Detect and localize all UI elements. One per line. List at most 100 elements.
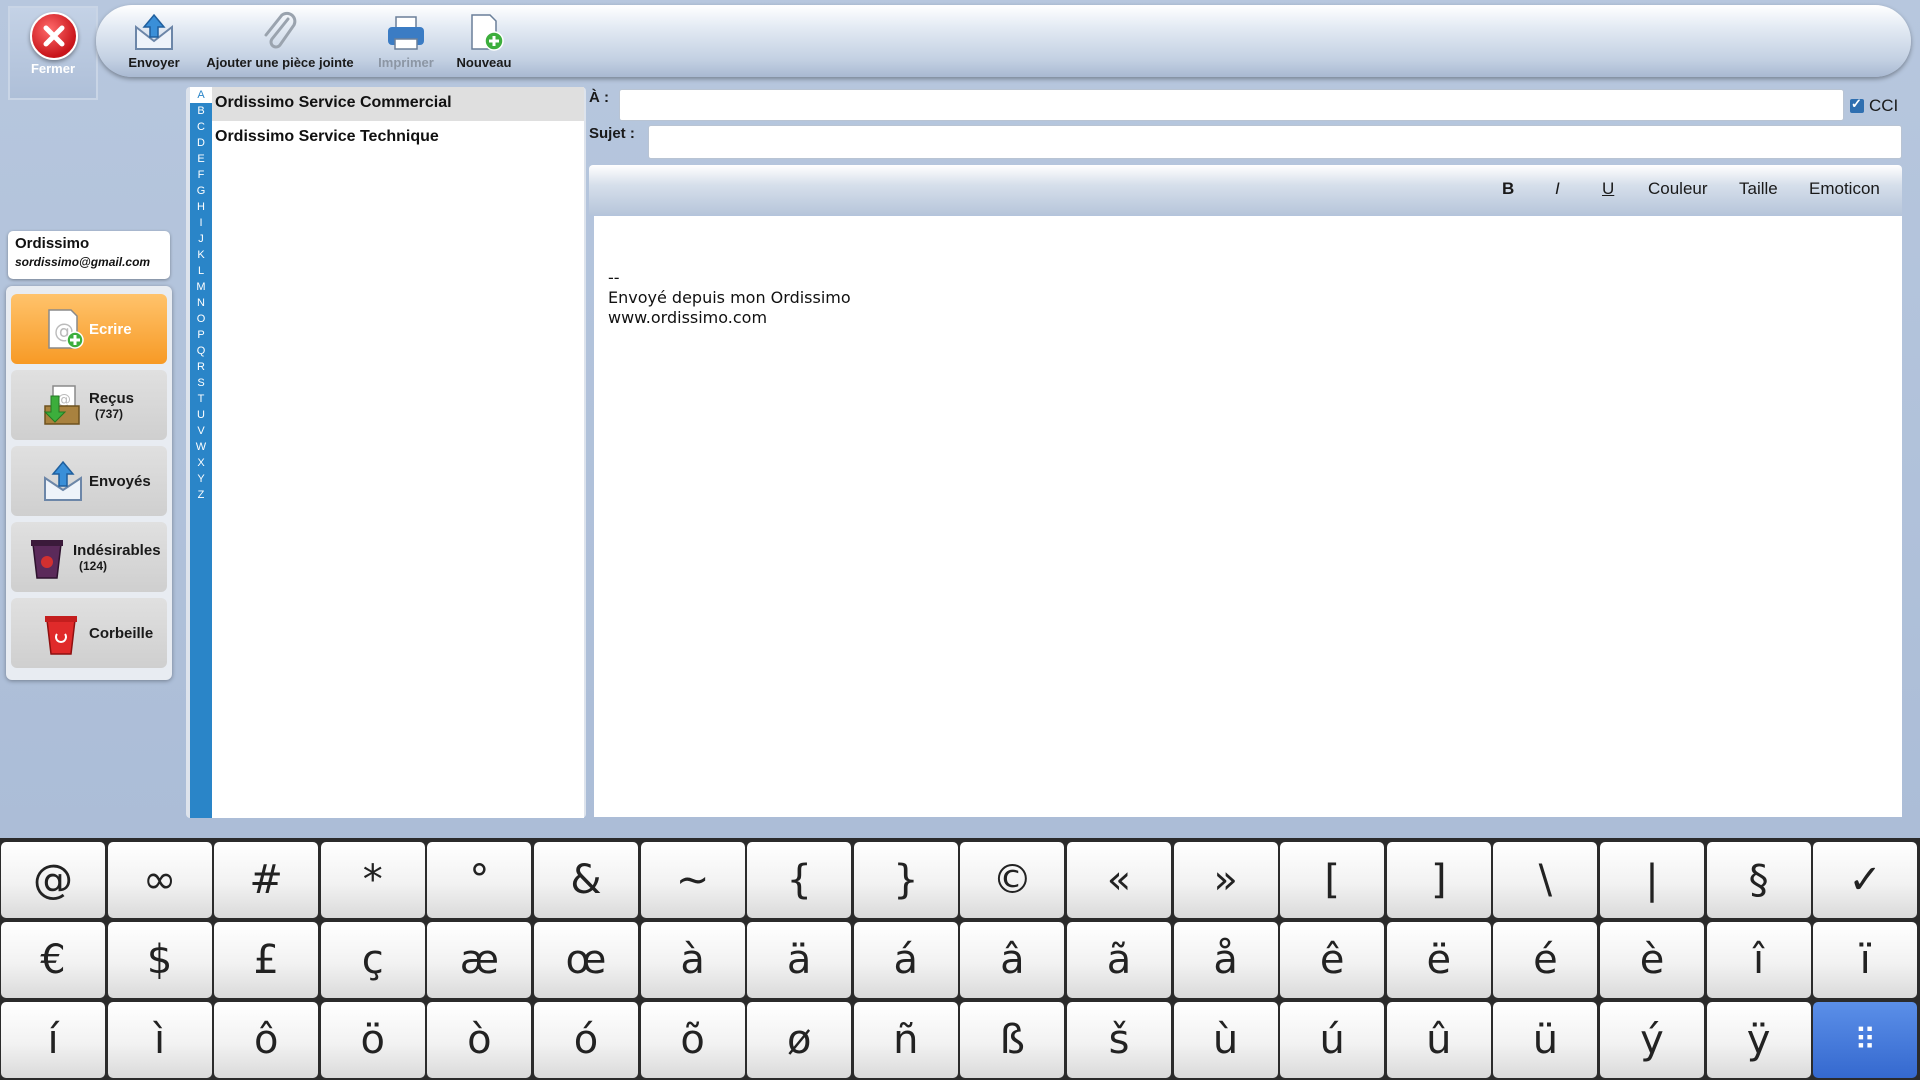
keyboard-key[interactable]: ö (320, 1002, 425, 1078)
keyboard-key[interactable]: ê (1280, 922, 1385, 998)
message-editor[interactable]: -- Envoyé depuis mon Ordissimo www.ordis… (594, 216, 1902, 817)
keyboard-key[interactable]: $ (107, 922, 212, 998)
keyboard-key[interactable]: ú (1280, 1002, 1385, 1078)
nav-sent[interactable]: Envoyés (11, 446, 167, 516)
alphabet-letter[interactable]: O (190, 311, 212, 327)
keyboard-key[interactable]: à (640, 922, 745, 998)
keyboard-key[interactable]: ì (107, 1002, 212, 1078)
keyboard-key[interactable]: € (1, 922, 105, 998)
keyboard-key[interactable]: £ (214, 922, 319, 998)
keyboard-key[interactable]: å (1173, 922, 1278, 998)
underline-button[interactable]: U (1602, 179, 1614, 199)
keyboard-key[interactable]: ø (747, 1002, 852, 1078)
keyboard-key[interactable]: õ (640, 1002, 745, 1078)
keyboard-key[interactable]: ç (320, 922, 425, 998)
alphabet-letter[interactable]: W (190, 439, 212, 455)
keyboard-key[interactable]: « (1067, 842, 1171, 918)
keyboard-key[interactable]: ~ (640, 842, 745, 918)
alphabet-letter[interactable]: C (190, 119, 212, 135)
to-field[interactable] (619, 89, 1844, 121)
keyboard-key[interactable]: ] (1386, 842, 1491, 918)
keyboard-key[interactable]: [ (1280, 842, 1385, 918)
keyboard-key[interactable]: ý (1600, 1002, 1704, 1078)
keyboard-key[interactable]: » (1173, 842, 1278, 918)
alphabet-letter[interactable]: N (190, 295, 212, 311)
keyboard-key[interactable]: ï (1813, 922, 1918, 998)
contact-item[interactable]: Ordissimo Service Technique (212, 121, 584, 155)
keyboard-key[interactable]: ë (1386, 922, 1491, 998)
keyboard-key[interactable]: á (853, 922, 958, 998)
alphabet-letter[interactable]: Z (190, 487, 212, 503)
alphabet-letter[interactable]: P (190, 327, 212, 343)
keyboard-key[interactable]: © (960, 842, 1065, 918)
nav-compose[interactable]: @ Ecrire (11, 294, 167, 364)
alphabet-letter[interactable]: M (190, 279, 212, 295)
size-button[interactable]: Taille (1739, 179, 1778, 199)
keyboard-key[interactable]: æ (427, 922, 532, 998)
nav-inbox[interactable]: @ Reçus (737) (11, 370, 167, 440)
keyboard-key[interactable]: ã (1067, 922, 1171, 998)
attach-button[interactable]: Ajouter une pièce jointe (200, 5, 360, 77)
alphabet-index[interactable]: ABCDEFGHIJKLMNOPQRSTUVWXYZ (190, 87, 212, 818)
keyboard-key[interactable]: @ (1, 842, 105, 918)
keyboard-key[interactable]: & (534, 842, 638, 918)
alphabet-letter[interactable]: S (190, 375, 212, 391)
keyboard-toggle-button[interactable]: ⠿ (1813, 1002, 1918, 1078)
nav-trash[interactable]: Corbeille (11, 598, 167, 668)
keyboard-key[interactable]: § (1706, 842, 1811, 918)
keyboard-key[interactable]: ü (1493, 1002, 1598, 1078)
alphabet-letter[interactable]: R (190, 359, 212, 375)
emoticon-button[interactable]: Emoticon (1809, 179, 1880, 199)
alphabet-letter[interactable]: E (190, 151, 212, 167)
alphabet-letter[interactable]: F (190, 167, 212, 183)
alphabet-letter[interactable]: B (190, 103, 212, 119)
alphabet-letter[interactable]: V (190, 423, 212, 439)
keyboard-key[interactable]: ∞ (107, 842, 212, 918)
keyboard-key[interactable]: š (1067, 1002, 1171, 1078)
keyboard-key[interactable]: è (1600, 922, 1704, 998)
alphabet-letter[interactable]: J (190, 231, 212, 247)
alphabet-letter[interactable]: Y (190, 471, 212, 487)
bold-button[interactable]: B (1502, 179, 1514, 199)
keyboard-key[interactable]: ñ (853, 1002, 958, 1078)
keyboard-key[interactable]: ° (427, 842, 532, 918)
alphabet-letter[interactable]: U (190, 407, 212, 423)
keyboard-key[interactable]: { (747, 842, 852, 918)
keyboard-key[interactable]: * (320, 842, 425, 918)
keyboard-key[interactable]: ù (1173, 1002, 1278, 1078)
keyboard-key[interactable]: ä (747, 922, 852, 998)
alphabet-letter[interactable]: Q (190, 343, 212, 359)
keyboard-key[interactable]: } (853, 842, 958, 918)
keyboard-key[interactable]: | (1600, 842, 1704, 918)
alphabet-letter[interactable]: D (190, 135, 212, 151)
keyboard-key[interactable]: î (1706, 922, 1811, 998)
alphabet-letter[interactable]: T (190, 391, 212, 407)
italic-button[interactable]: I (1555, 179, 1560, 199)
alphabet-letter[interactable]: L (190, 263, 212, 279)
close-button[interactable]: Fermer (8, 6, 98, 100)
alphabet-letter[interactable]: X (190, 455, 212, 471)
send-button[interactable]: Envoyer (124, 5, 184, 77)
subject-field[interactable] (648, 125, 1902, 159)
keyboard-key[interactable]: ÿ (1706, 1002, 1811, 1078)
alphabet-letter[interactable]: A (190, 87, 212, 103)
keyboard-key[interactable]: é (1493, 922, 1598, 998)
keyboard-key[interactable]: ô (214, 1002, 319, 1078)
color-button[interactable]: Couleur (1648, 179, 1708, 199)
keyboard-key[interactable]: í (1, 1002, 105, 1078)
nav-spam[interactable]: Indésirables (124) (11, 522, 167, 592)
new-button[interactable]: Nouveau (454, 5, 514, 77)
keyboard-key[interactable]: \ (1493, 842, 1598, 918)
alphabet-letter[interactable]: H (190, 199, 212, 215)
contact-item[interactable]: Ordissimo Service Commercial (212, 87, 584, 121)
keyboard-key[interactable]: ó (534, 1002, 638, 1078)
alphabet-letter[interactable]: G (190, 183, 212, 199)
alphabet-letter[interactable]: K (190, 247, 212, 263)
keyboard-key[interactable]: ò (427, 1002, 532, 1078)
alphabet-letter[interactable]: I (190, 215, 212, 231)
keyboard-key[interactable]: œ (534, 922, 638, 998)
keyboard-key[interactable]: ✓ (1813, 842, 1918, 918)
keyboard-key[interactable]: # (214, 842, 319, 918)
cci-checkbox[interactable]: CCI (1850, 96, 1898, 116)
keyboard-key[interactable]: ß (960, 1002, 1065, 1078)
